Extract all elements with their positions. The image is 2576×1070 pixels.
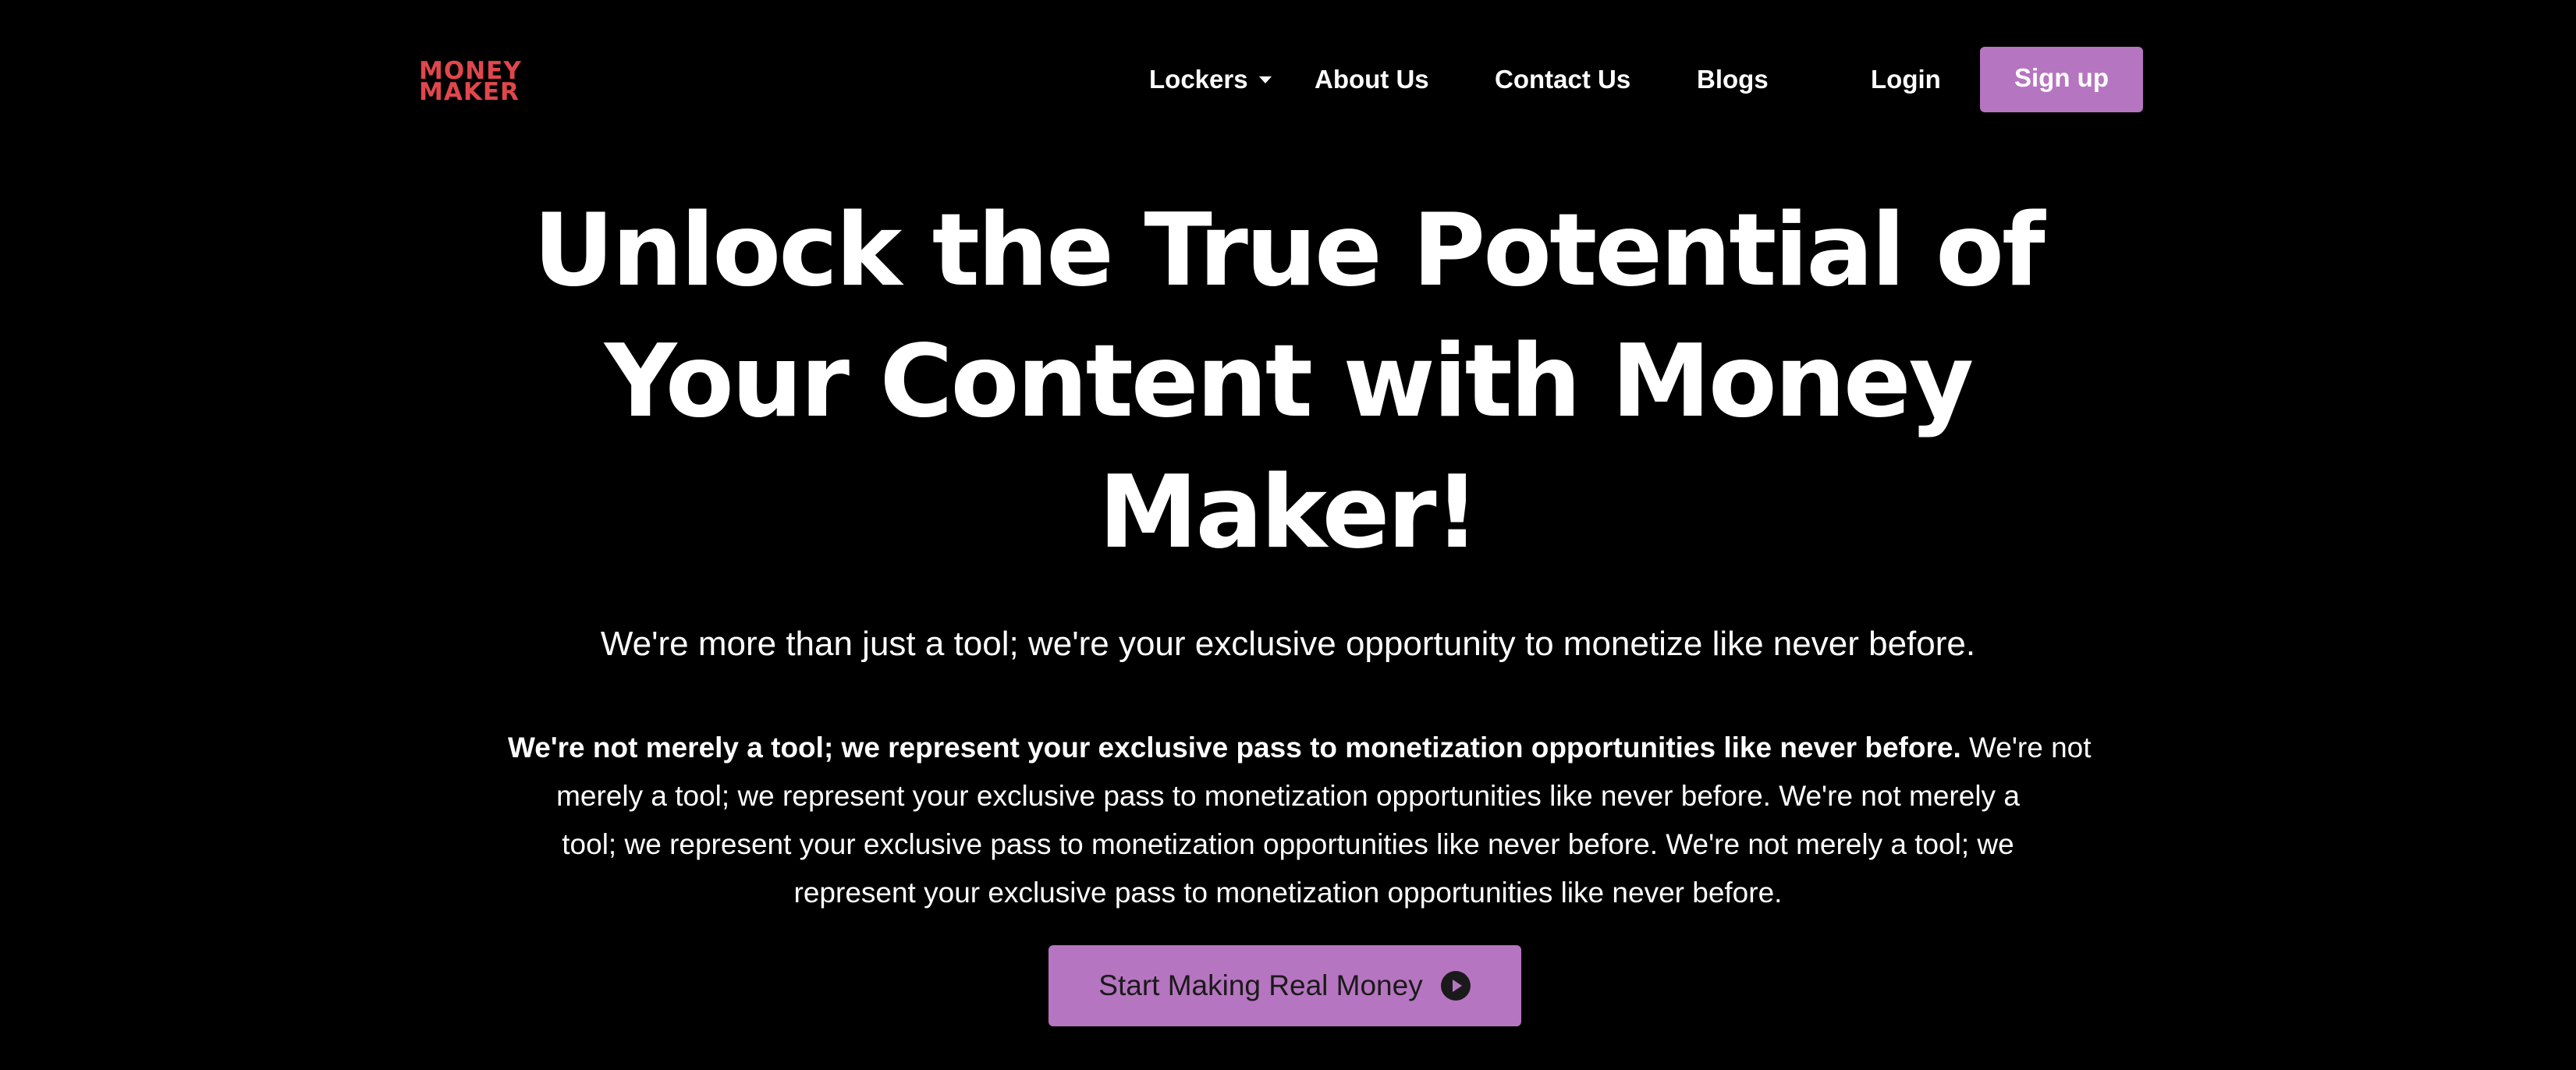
cta-label: Start Making Real Money <box>1098 969 1423 1001</box>
signup-button[interactable]: Sign up <box>1980 47 2143 112</box>
description-bold: We're not merely a tool; we represent yo… <box>508 732 1961 764</box>
description-line: merely a tool; we represent your exclusi… <box>556 780 2020 812</box>
nav-lockers-dropdown[interactable]: Lockers <box>1149 64 1272 95</box>
login-link[interactable]: Login <box>1871 64 1941 95</box>
hero-title-line: Unlock the True Potential of <box>533 193 2045 309</box>
hero-title-line: Your Content with Money <box>604 324 1974 440</box>
description-line: represent your exclusive pass to monetiz… <box>793 877 1783 909</box>
start-making-money-button[interactable]: Start Making Real Money <box>1048 945 1521 1026</box>
nav-contact-link[interactable]: Contact Us <box>1495 64 1630 95</box>
hero-description: We're not merely a tool; we represent yo… <box>508 724 2092 917</box>
brand-logo[interactable]: MONEY MAKER <box>419 59 521 106</box>
logo-line-2: MAKER <box>419 78 520 106</box>
hero-title: Unlock the True Potential of Your Conten… <box>508 186 2068 579</box>
nav-lockers-label: Lockers <box>1149 65 1248 94</box>
description-line: tool; we represent your exclusive pass t… <box>562 828 2014 860</box>
nav-blogs-link[interactable]: Blogs <box>1697 64 1769 95</box>
nav-about-link[interactable]: About Us <box>1315 64 1429 95</box>
description-line: We're not merely a tool; we represent yo… <box>508 724 2092 772</box>
hero-subtitle: We're more than just a tool; we're your … <box>600 625 1976 663</box>
description-text: We're not <box>1960 732 2092 764</box>
hero-title-line: Maker! <box>1098 455 1480 571</box>
chevron-down-icon <box>1258 76 1272 83</box>
play-circle-icon <box>1440 971 1471 1001</box>
